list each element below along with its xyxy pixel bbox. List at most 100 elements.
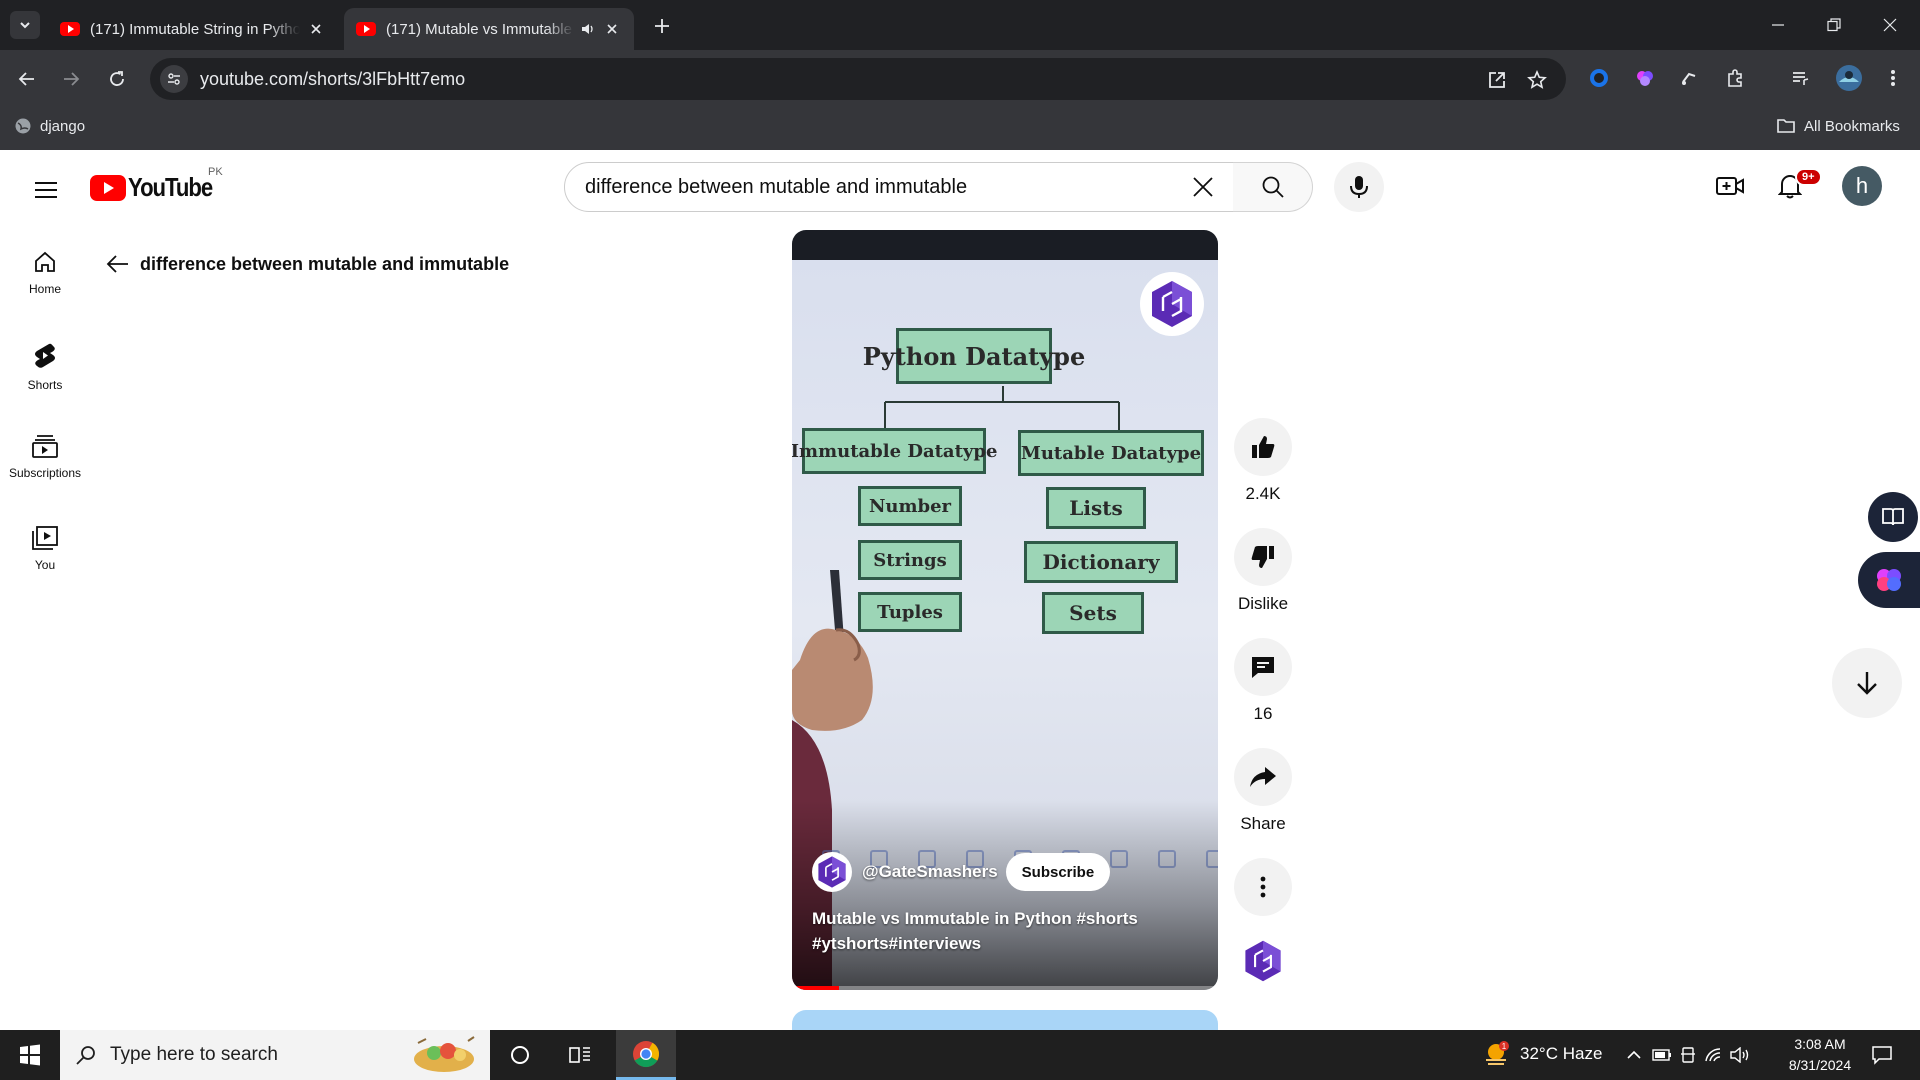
bookmark-django[interactable]: django xyxy=(14,117,85,135)
shorts-player[interactable]: Python Datatype Immutable Datatype Mutab… xyxy=(792,230,1218,990)
voice-search-button[interactable] xyxy=(1334,162,1384,212)
guide-item-shorts[interactable]: Shorts xyxy=(0,326,90,400)
chevron-up-icon[interactable] xyxy=(1624,1045,1644,1065)
youtube-logo[interactable]: YouTube PK xyxy=(90,166,227,203)
like-button[interactable] xyxy=(1234,418,1292,476)
back-to-results[interactable]: difference between mutable and immutable xyxy=(104,250,509,278)
gatesmashers-logo-icon xyxy=(1245,940,1281,982)
cortana-circle-icon xyxy=(511,1046,529,1064)
all-bookmarks-button[interactable]: All Bookmarks xyxy=(1776,117,1900,135)
tab-close-button[interactable] xyxy=(602,19,622,39)
restore-icon xyxy=(1827,18,1841,32)
ai-extension-button[interactable] xyxy=(1858,552,1920,608)
globe-icon xyxy=(15,118,31,134)
channel-watermark xyxy=(1140,272,1204,336)
youtube-header: YouTube PK difference between mutable an… xyxy=(0,150,1920,222)
taskbar-clock[interactable]: 3:08 AM 8/31/2024 xyxy=(1770,1034,1870,1076)
search-input[interactable]: difference between mutable and immutable xyxy=(564,162,1234,212)
minimize-button[interactable] xyxy=(1750,0,1806,50)
device-icon[interactable] xyxy=(1678,1045,1698,1065)
sound-pivot-button[interactable] xyxy=(1240,938,1286,984)
guide-menu-button[interactable] xyxy=(26,170,66,210)
taskbar-search-box[interactable]: Type here to search xyxy=(60,1030,490,1080)
like-count: 2.4K xyxy=(1245,484,1281,503)
clear-search-button[interactable] xyxy=(1183,167,1223,207)
back-button[interactable] xyxy=(12,64,42,94)
extension-brain-icon[interactable] xyxy=(1632,65,1658,91)
extensions-puzzle-icon[interactable] xyxy=(1722,65,1748,91)
browser-tab-bar: (171) Immutable String in Python (171) M… xyxy=(0,0,1920,50)
guide-label: Shorts xyxy=(27,378,63,392)
volume-icon[interactable] xyxy=(1730,1045,1750,1065)
start-button[interactable] xyxy=(0,1030,60,1080)
plus-icon xyxy=(655,19,669,33)
tab-title: (171) Immutable String in Python xyxy=(90,20,300,38)
more-actions[interactable] xyxy=(1233,858,1293,916)
close-window-button[interactable] xyxy=(1862,0,1918,50)
browser-menu-icon[interactable] xyxy=(1880,65,1906,91)
channel-avatar[interactable] xyxy=(812,852,852,892)
open-in-app-icon[interactable] xyxy=(1486,69,1508,91)
create-button[interactable] xyxy=(1710,166,1750,206)
restore-button[interactable] xyxy=(1806,0,1862,50)
guide-item-you[interactable]: You xyxy=(0,510,90,584)
close-icon xyxy=(1193,177,1213,197)
speaker-icon[interactable] xyxy=(580,21,596,37)
you-icon xyxy=(32,526,58,550)
short-title[interactable]: Mutable vs Immutable in Python #shorts #… xyxy=(812,906,1192,956)
wifi-icon[interactable] xyxy=(1704,1045,1724,1065)
task-view-icon xyxy=(569,1047,590,1063)
short-title-line: Mutable vs Immutable in Python #shorts xyxy=(812,909,1138,928)
bookmark-label: All Bookmarks xyxy=(1804,117,1900,135)
reader-extension-button[interactable] xyxy=(1868,492,1918,542)
country-code: PK xyxy=(208,166,223,178)
taskbar-chrome-button[interactable] xyxy=(616,1030,676,1080)
comments-button[interactable] xyxy=(1234,638,1292,696)
tab-close-button[interactable] xyxy=(306,19,326,39)
new-tab-button[interactable] xyxy=(648,12,676,40)
profile-avatar-icon[interactable] xyxy=(1834,63,1864,93)
microphone-icon xyxy=(1350,176,1368,198)
search-highlight-image xyxy=(414,1036,475,1072)
guide-item-subscriptions[interactable]: Subscriptions xyxy=(0,418,90,492)
task-view-button[interactable] xyxy=(552,1030,608,1080)
gatesmashers-logo-icon xyxy=(818,856,846,888)
cortana-button[interactable] xyxy=(492,1030,548,1080)
forward-button[interactable] xyxy=(56,64,86,94)
windows-logo-icon xyxy=(20,1044,40,1066)
share-button[interactable] xyxy=(1234,748,1292,806)
share-action[interactable]: Share xyxy=(1233,748,1293,834)
action-center-button[interactable] xyxy=(1870,1043,1894,1067)
next-short-button[interactable] xyxy=(1832,648,1902,718)
extension-circle-icon[interactable] xyxy=(1586,65,1612,91)
comments-action[interactable]: 16 xyxy=(1233,638,1293,724)
channel-name-link[interactable]: @GateSmashers xyxy=(862,862,998,882)
site-info-icon[interactable] xyxy=(160,65,188,93)
dislike-button[interactable] xyxy=(1234,528,1292,586)
account-avatar[interactable]: h xyxy=(1842,166,1882,206)
tab-search-button[interactable] xyxy=(10,11,40,39)
battery-icon[interactable] xyxy=(1652,1045,1672,1065)
dislike-action[interactable]: Dislike xyxy=(1233,528,1293,614)
weather-text[interactable]: 32°C Haze xyxy=(1520,1044,1602,1064)
arrow-down-icon xyxy=(1857,672,1877,695)
overlay-gradient xyxy=(792,800,1218,990)
media-queue-icon[interactable] xyxy=(1788,65,1814,91)
browser-tab-mutable-vs-immutable[interactable]: (171) Mutable vs Immutable in Python xyxy=(344,8,634,50)
search-button[interactable] xyxy=(1233,162,1313,212)
playback-progress-bar[interactable] xyxy=(792,986,1218,990)
weather-icon[interactable]: 1 xyxy=(1482,1040,1510,1068)
address-bar[interactable]: youtube.com/shorts/3lFbHtt7emo xyxy=(150,58,1566,100)
bookmark-star-icon[interactable] xyxy=(1526,69,1548,91)
search-query-text: difference between mutable and immutable xyxy=(585,175,968,198)
more-options-button[interactable] xyxy=(1234,858,1292,916)
chevron-down-icon xyxy=(20,22,30,29)
guide-item-home[interactable]: Home xyxy=(0,234,90,308)
folder-icon xyxy=(1777,119,1795,133)
like-action[interactable]: 2.4K xyxy=(1233,418,1293,504)
thumbs-up-icon xyxy=(1252,436,1275,458)
browser-tab-immutable-string[interactable]: (171) Immutable String in Python xyxy=(48,8,338,50)
subscribe-button[interactable]: Subscribe xyxy=(1005,853,1111,891)
reload-button[interactable] xyxy=(102,64,132,94)
extension-cursor-icon[interactable] xyxy=(1676,65,1702,91)
